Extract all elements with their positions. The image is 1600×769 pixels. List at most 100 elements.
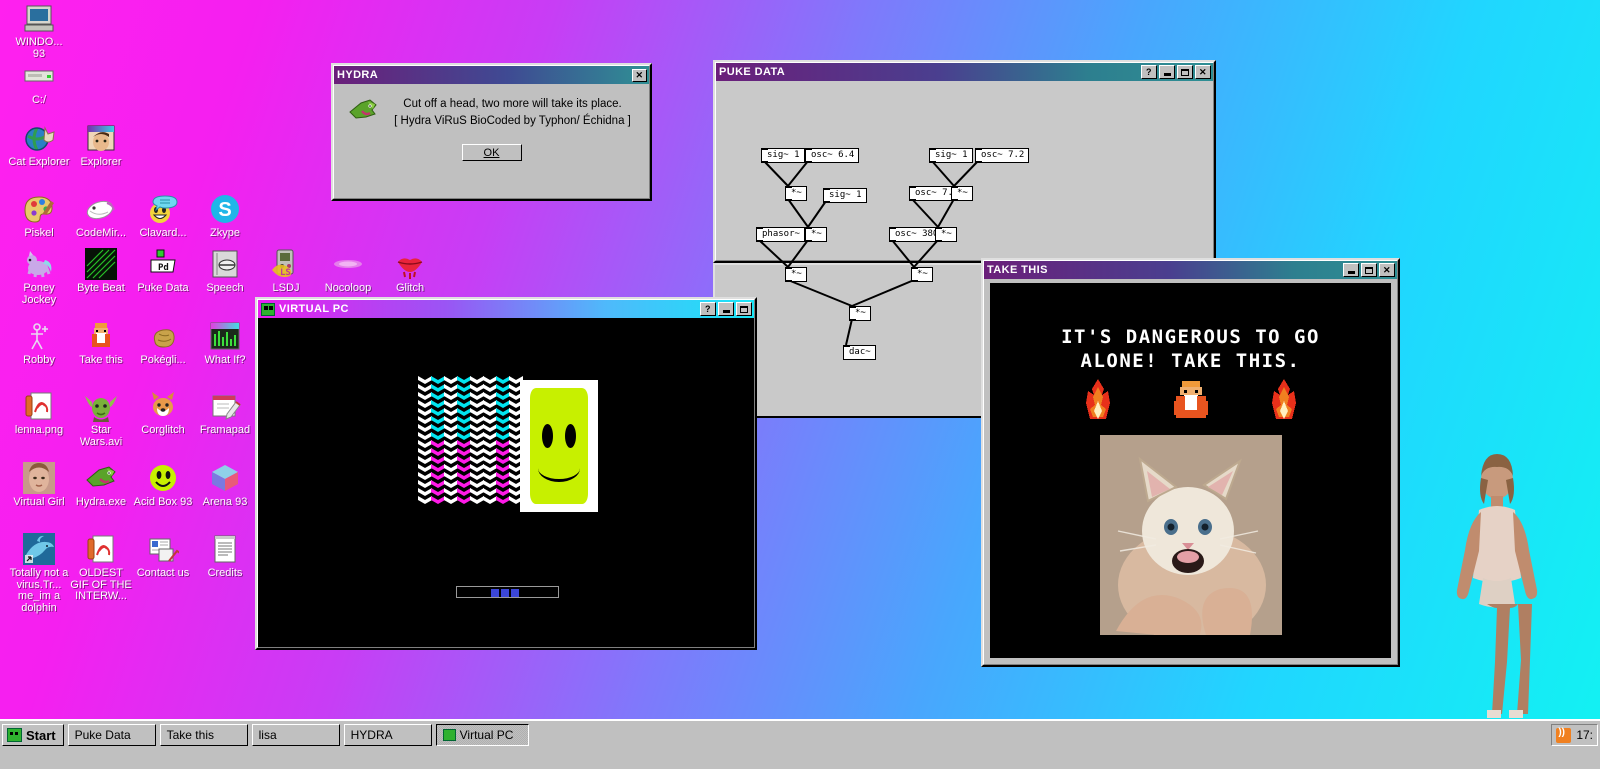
rss-icon[interactable] [1556,727,1572,743]
loop-icon [332,248,364,280]
desktop-icon-cat-explorer[interactable]: Cat Explorer [8,122,70,169]
floppy-drive-icon [23,60,55,92]
desktop-icon-glitch[interactable]: Glitch [379,248,441,295]
take-this-titlebar[interactable]: TAKE THIS ✕ [984,261,1397,279]
desktop-icon-label: Corglitch [141,424,185,436]
pd-object-sig3[interactable]: sig~ 1 [823,188,867,203]
desktop-icon-speech[interactable]: Speech [194,248,256,295]
desktop-icon-label: Speech [206,282,244,294]
taskbar-button-take-this[interactable]: Take this [159,724,248,746]
equalizer-icon [209,320,241,352]
hydra-message: Cut off a head, two more will take its p… [390,96,635,130]
taskbar-button-puke-data[interactable]: Puke Data [67,724,156,746]
close-icon[interactable]: ✕ [632,68,647,82]
desktop-icon-virtual-girl[interactable]: Virtual Girl [8,462,70,509]
desktop-icon-contact-us[interactable]: Contact us [132,533,194,580]
taskbar-button-label: Virtual PC [459,728,514,742]
desktop-icon-c[interactable]: C:/ [8,60,70,107]
desktop-icon-codemir[interactable]: CodeMir... [70,193,132,240]
virtual-girl-avatar [1437,452,1557,722]
desktop-icon-zkype[interactable]: S Zkype [194,193,256,240]
loading-progress-bar [456,586,559,598]
maximize-icon[interactable] [736,302,752,316]
taskbar[interactable]: Start Puke Data Take this lisa HYDRA Virtual… [0,719,1600,769]
skype-icon: S [209,193,241,225]
hydra-message-line2: [ Hydra ViRuS BioCoded by Typhon/ Échidn… [394,115,631,127]
desktop-icon-star-wars-avi[interactable]: Star Wars.avi [70,390,132,448]
desktop-icon-clavard[interactable]: Clavard... [132,193,194,240]
virtual-pc-titlebar[interactable]: VIRTUAL PC ? [258,300,754,318]
desktop-icon-byte-beat[interactable]: Byte Beat [70,248,132,295]
desktop-icon-label: Virtual Girl [13,496,65,508]
desktop-icon-pok-gli[interactable]: Pokégli... [132,320,194,367]
pd-object-sig1[interactable]: sig~ 1 [761,148,805,163]
take-this-line1: IT'S DANGEROUS TO GO [1061,326,1320,348]
chevron-stripe [496,376,510,504]
pd-object-dac[interactable]: dac~ [843,345,876,360]
desktop-icon-oldest-gif-of-the-interw[interactable]: OLDEST GIF OF THE INTERW... [70,533,132,603]
desktop-icon-corglitch[interactable]: Corglitch [132,390,194,437]
hydra-title: HYDRA [337,69,379,81]
pd-object-osc72[interactable]: osc~ 7.2 [975,148,1030,163]
flame-sprite [1266,379,1302,423]
maximize-icon[interactable] [1361,263,1377,277]
pd-object-phasor[interactable]: phasor~ [756,227,805,242]
desktop-icon-poney-jockey[interactable]: Poney Jockey [8,248,70,306]
desktop-icon-label: Poney Jockey [21,282,57,306]
pd-object-mulE[interactable]: *~ [785,267,807,282]
desktop-icon-label: OLDEST GIF OF THE INTERW... [70,567,132,602]
desktop-icon-framapad[interactable]: Framapad [194,390,256,437]
take-this-message: IT'S DANGEROUS TO GO ALONE! TAKE THIS. [990,325,1391,373]
desktop-icon-acid-box-93[interactable]: Acid Box 93 [132,462,194,509]
chevron-stripe [457,376,471,504]
pd-object-mulD[interactable]: *~ [935,227,957,242]
oldman-sprite [1173,379,1208,423]
minimize-icon[interactable] [1343,263,1359,277]
ok-button[interactable]: OK [461,144,522,161]
desktop-icon-piskel[interactable]: Piskel [8,193,70,240]
desktop-icon-windo-93[interactable]: WINDO... 93 [8,2,70,60]
desktop-icon-what-if[interactable]: What If? [194,320,256,367]
pd-object-mulB[interactable]: *~ [951,186,973,201]
taskbar-button-label: HYDRA [350,728,393,742]
desktop-icon-label: Credits [207,567,243,579]
help-icon[interactable]: ? [700,302,716,316]
gameboy-icon: LS [270,248,302,280]
desktop-icon-totally-not-a-virus-tr-me-im-a-dolphin[interactable]: Totally not a virus.Tr... me_im a dolphi… [8,533,70,614]
chevron-stripe [470,376,484,504]
virtual-pc-window[interactable]: VIRTUAL PC ? [255,297,757,650]
taskbar-button-virtual-pc[interactable]: Virtual PC [435,724,529,746]
pd-object-osc64[interactable]: osc~ 6.4 [805,148,860,163]
desktop-icon-take-this[interactable]: Take this [70,320,132,367]
close-icon[interactable]: ✕ [1379,263,1395,277]
taskbar-button-lisa[interactable]: lisa [251,724,340,746]
svg-text:S: S [218,199,231,221]
desktop-icon-explorer[interactable]: Explorer [70,122,132,169]
pd-object-sig2[interactable]: sig~ 1 [929,148,973,163]
desktop-icon-label: Glitch [395,282,425,294]
chevron-stripe [418,376,432,504]
desktop-icon-hydra-exe[interactable]: Hydra.exe [70,462,132,509]
taskbar-button-hydra[interactable]: HYDRA [343,724,432,746]
desktop-icon-lsdj[interactable]: LS LSDJ [255,248,317,295]
desktop-icon-nocoloop[interactable]: Nocoloop [317,248,379,295]
cube-icon [209,462,241,494]
hydra-dialog[interactable]: HYDRA ✕ Cut off a head, two more will ta… [331,63,652,201]
lips-icon [394,248,426,280]
desktop-icon-lenna-png[interactable]: lenna.png [8,390,70,437]
start-button[interactable]: Start [2,724,64,746]
hydra-titlebar[interactable]: HYDRA ✕ [334,66,649,84]
take-this-window[interactable]: TAKE THIS ✕ IT'S DANGEROUS TO GO ALONE! … [981,258,1400,667]
pd-object-mulF[interactable]: *~ [911,267,933,282]
pd-object-mulG[interactable]: *~ [849,306,871,321]
desktop-icon-label: Robby [23,354,55,366]
pd-object-mulA[interactable]: *~ [785,186,807,201]
desktop-icon-arena-93[interactable]: Arena 93 [194,462,256,509]
desktop-icon-credits[interactable]: Credits [194,533,256,580]
desktop-icon-puke-data[interactable]: Pd Puke Data [132,248,194,295]
notepad-pen-icon [209,390,241,422]
minimize-icon[interactable] [718,302,734,316]
desktop-icon-robby[interactable]: Robby [8,320,70,367]
system-tray[interactable]: 17: [1551,724,1598,746]
pd-object-mulC[interactable]: *~ [805,227,827,242]
